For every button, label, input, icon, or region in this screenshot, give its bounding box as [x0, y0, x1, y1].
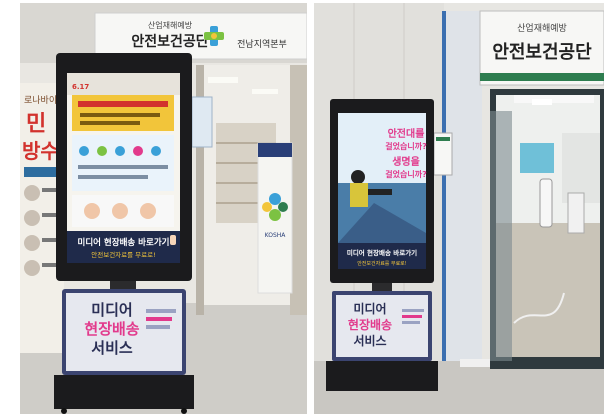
- office-window: [520, 143, 554, 173]
- right-kiosk: 안전대를 걸었습니까? 생명을 걸었습니까? 미디어 현장배송 바로가기 안전보…: [326, 99, 438, 391]
- right-screen-q1: 안전대를: [388, 127, 425, 140]
- left-photo-scene: 산업재해예방 안전보건공단 전남지역본부 로나바이러 민 방수 KOSHA 6.…: [20, 3, 307, 414]
- left-kiosk: 6.17 미디어 현장배송 바로가기 안전보건자료를 무료로! 미디어 현장배송…: [54, 53, 194, 414]
- right-base-line1: 미디어: [353, 301, 386, 316]
- right-photo: 산업재해예방 안전보건공단 안전대를 걸었습니까? 생명을 걸었습니까? 미디어…: [314, 3, 604, 414]
- left-base-line1: 미디어: [91, 301, 132, 319]
- right-kiosk-stand: [326, 361, 438, 391]
- kosha-pillar-brand: KOSHA: [265, 232, 287, 239]
- left-banner-text-2: 방수: [22, 139, 59, 163]
- left-sign-name: 안전보건공단: [131, 33, 208, 50]
- left-base-line2: 현장배송: [84, 320, 139, 338]
- right-sign-name: 안전보건공단: [492, 42, 592, 63]
- right-screen-q3: 생명을: [392, 155, 420, 168]
- left-kiosk-stand: [54, 375, 194, 409]
- right-screen-subline: 안전보건자료를 무료로!: [357, 260, 407, 267]
- left-screen-headline: 미디어 현장배송 바로가기: [78, 237, 170, 248]
- left-sign-slogan: 산업재해예방: [148, 20, 193, 30]
- left-sign-branch: 전남지역본부: [237, 39, 287, 50]
- left-photo: 산업재해예방 안전보건공단 전남지역본부 로나바이러 민 방수 KOSHA 6.…: [20, 3, 307, 414]
- right-screen-headline: 미디어 현장배송 바로가기: [347, 248, 417, 257]
- pointing-hand-icon: [170, 235, 176, 245]
- right-photo-scene: 산업재해예방 안전보건공단 안전대를 걸었습니까? 생명을 걸었습니까? 미디어…: [314, 3, 604, 414]
- left-base-line3: 서비스: [91, 339, 133, 357]
- right-base-line2: 현장배송: [348, 317, 392, 332]
- right-screen-q4: 걸었습니까?: [385, 169, 427, 179]
- left-screen-subline: 안전보건자료를 무료로!: [91, 250, 155, 259]
- right-sign-slogan: 산업재해예방: [517, 23, 567, 34]
- left-screen-info-panel: [72, 135, 174, 191]
- right-screen-q2: 걸었습니까?: [385, 141, 427, 151]
- left-screen-topline: 6.17: [72, 83, 89, 91]
- right-base-line3: 서비스: [353, 333, 386, 348]
- left-banner-text-1: 민: [26, 112, 46, 137]
